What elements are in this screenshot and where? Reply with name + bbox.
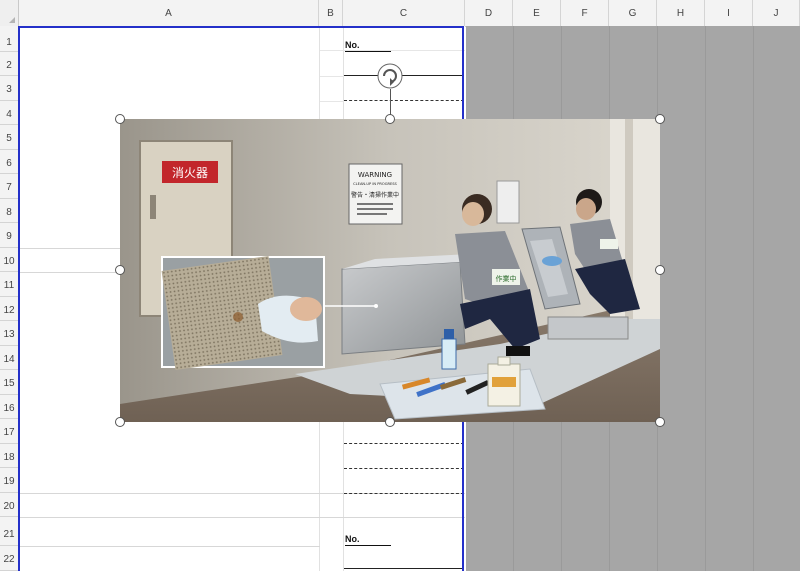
inserted-photo[interactable]: 消火器 WARNING CLEAN-UP IN PROGRESS 警告・清掃作業… <box>120 119 660 422</box>
row-header-5[interactable]: 5 <box>0 125 18 150</box>
rotate-handle-icon[interactable] <box>377 63 403 89</box>
resize-handle-icon[interactable] <box>115 417 125 427</box>
row-header-10[interactable]: 10 <box>0 248 18 272</box>
column-header-a[interactable]: A <box>19 0 319 26</box>
row-header-20[interactable]: 20 <box>0 493 18 517</box>
row-header-1[interactable]: 1 <box>0 26 18 52</box>
row-header-18[interactable]: 18 <box>0 444 18 468</box>
column-header-j[interactable]: J <box>753 0 800 26</box>
column-header-i[interactable]: I <box>705 0 753 26</box>
column-header-e[interactable]: E <box>513 0 561 26</box>
resize-handle-icon[interactable] <box>115 114 125 124</box>
row-header-9[interactable]: 9 <box>0 223 18 248</box>
row-header-bar: 1 2 3 4 5 6 7 8 9 10 11 12 13 14 15 16 1… <box>0 26 19 571</box>
column-header-c[interactable]: C <box>343 0 465 26</box>
resize-handle-icon[interactable] <box>115 265 125 275</box>
row-header-2[interactable]: 2 <box>0 52 18 76</box>
column-header-b[interactable]: B <box>319 0 343 26</box>
column-header-bar: A B C D E F G H I J <box>0 0 800 27</box>
row-header-13[interactable]: 13 <box>0 321 18 346</box>
row-header-14[interactable]: 14 <box>0 346 18 370</box>
column-header-f[interactable]: F <box>561 0 609 26</box>
resize-handle-icon[interactable] <box>655 265 665 275</box>
row-header-15[interactable]: 15 <box>0 370 18 395</box>
row-header-4[interactable]: 4 <box>0 101 18 125</box>
row-header-12[interactable]: 12 <box>0 297 18 321</box>
gray-gridline <box>705 26 706 571</box>
row-header-17[interactable]: 17 <box>0 419 18 444</box>
worker-badge: 作業中 <box>496 274 517 283</box>
row-header-8[interactable]: 8 <box>0 199 18 223</box>
row-header-19[interactable]: 19 <box>0 468 18 493</box>
resize-handle-icon[interactable] <box>655 417 665 427</box>
fire-extinguisher-sign: 消火器 <box>172 166 208 180</box>
column-header-g[interactable]: G <box>609 0 657 26</box>
warning-sign-subtitle: CLEAN-UP IN PROGRESS <box>353 182 397 186</box>
row-header-22[interactable]: 22 <box>0 546 18 571</box>
row-header-16[interactable]: 16 <box>0 395 18 419</box>
select-all-corner[interactable] <box>0 0 19 26</box>
resize-handle-icon[interactable] <box>385 417 395 427</box>
row-header-6[interactable]: 6 <box>0 150 18 174</box>
resize-handle-icon[interactable] <box>385 114 395 124</box>
row-header-7[interactable]: 7 <box>0 174 18 199</box>
warning-sign-title: WARNING <box>358 171 392 179</box>
column-header-d[interactable]: D <box>465 0 513 26</box>
column-header-h[interactable]: H <box>657 0 705 26</box>
row-header-21[interactable]: 21 <box>0 517 18 546</box>
gray-gridline <box>753 26 754 571</box>
resize-handle-icon[interactable] <box>655 114 665 124</box>
row-header-3[interactable]: 3 <box>0 76 18 101</box>
warning-sign-japanese: 警告・清掃作業中 <box>351 191 399 199</box>
row-header-11[interactable]: 11 <box>0 272 18 297</box>
